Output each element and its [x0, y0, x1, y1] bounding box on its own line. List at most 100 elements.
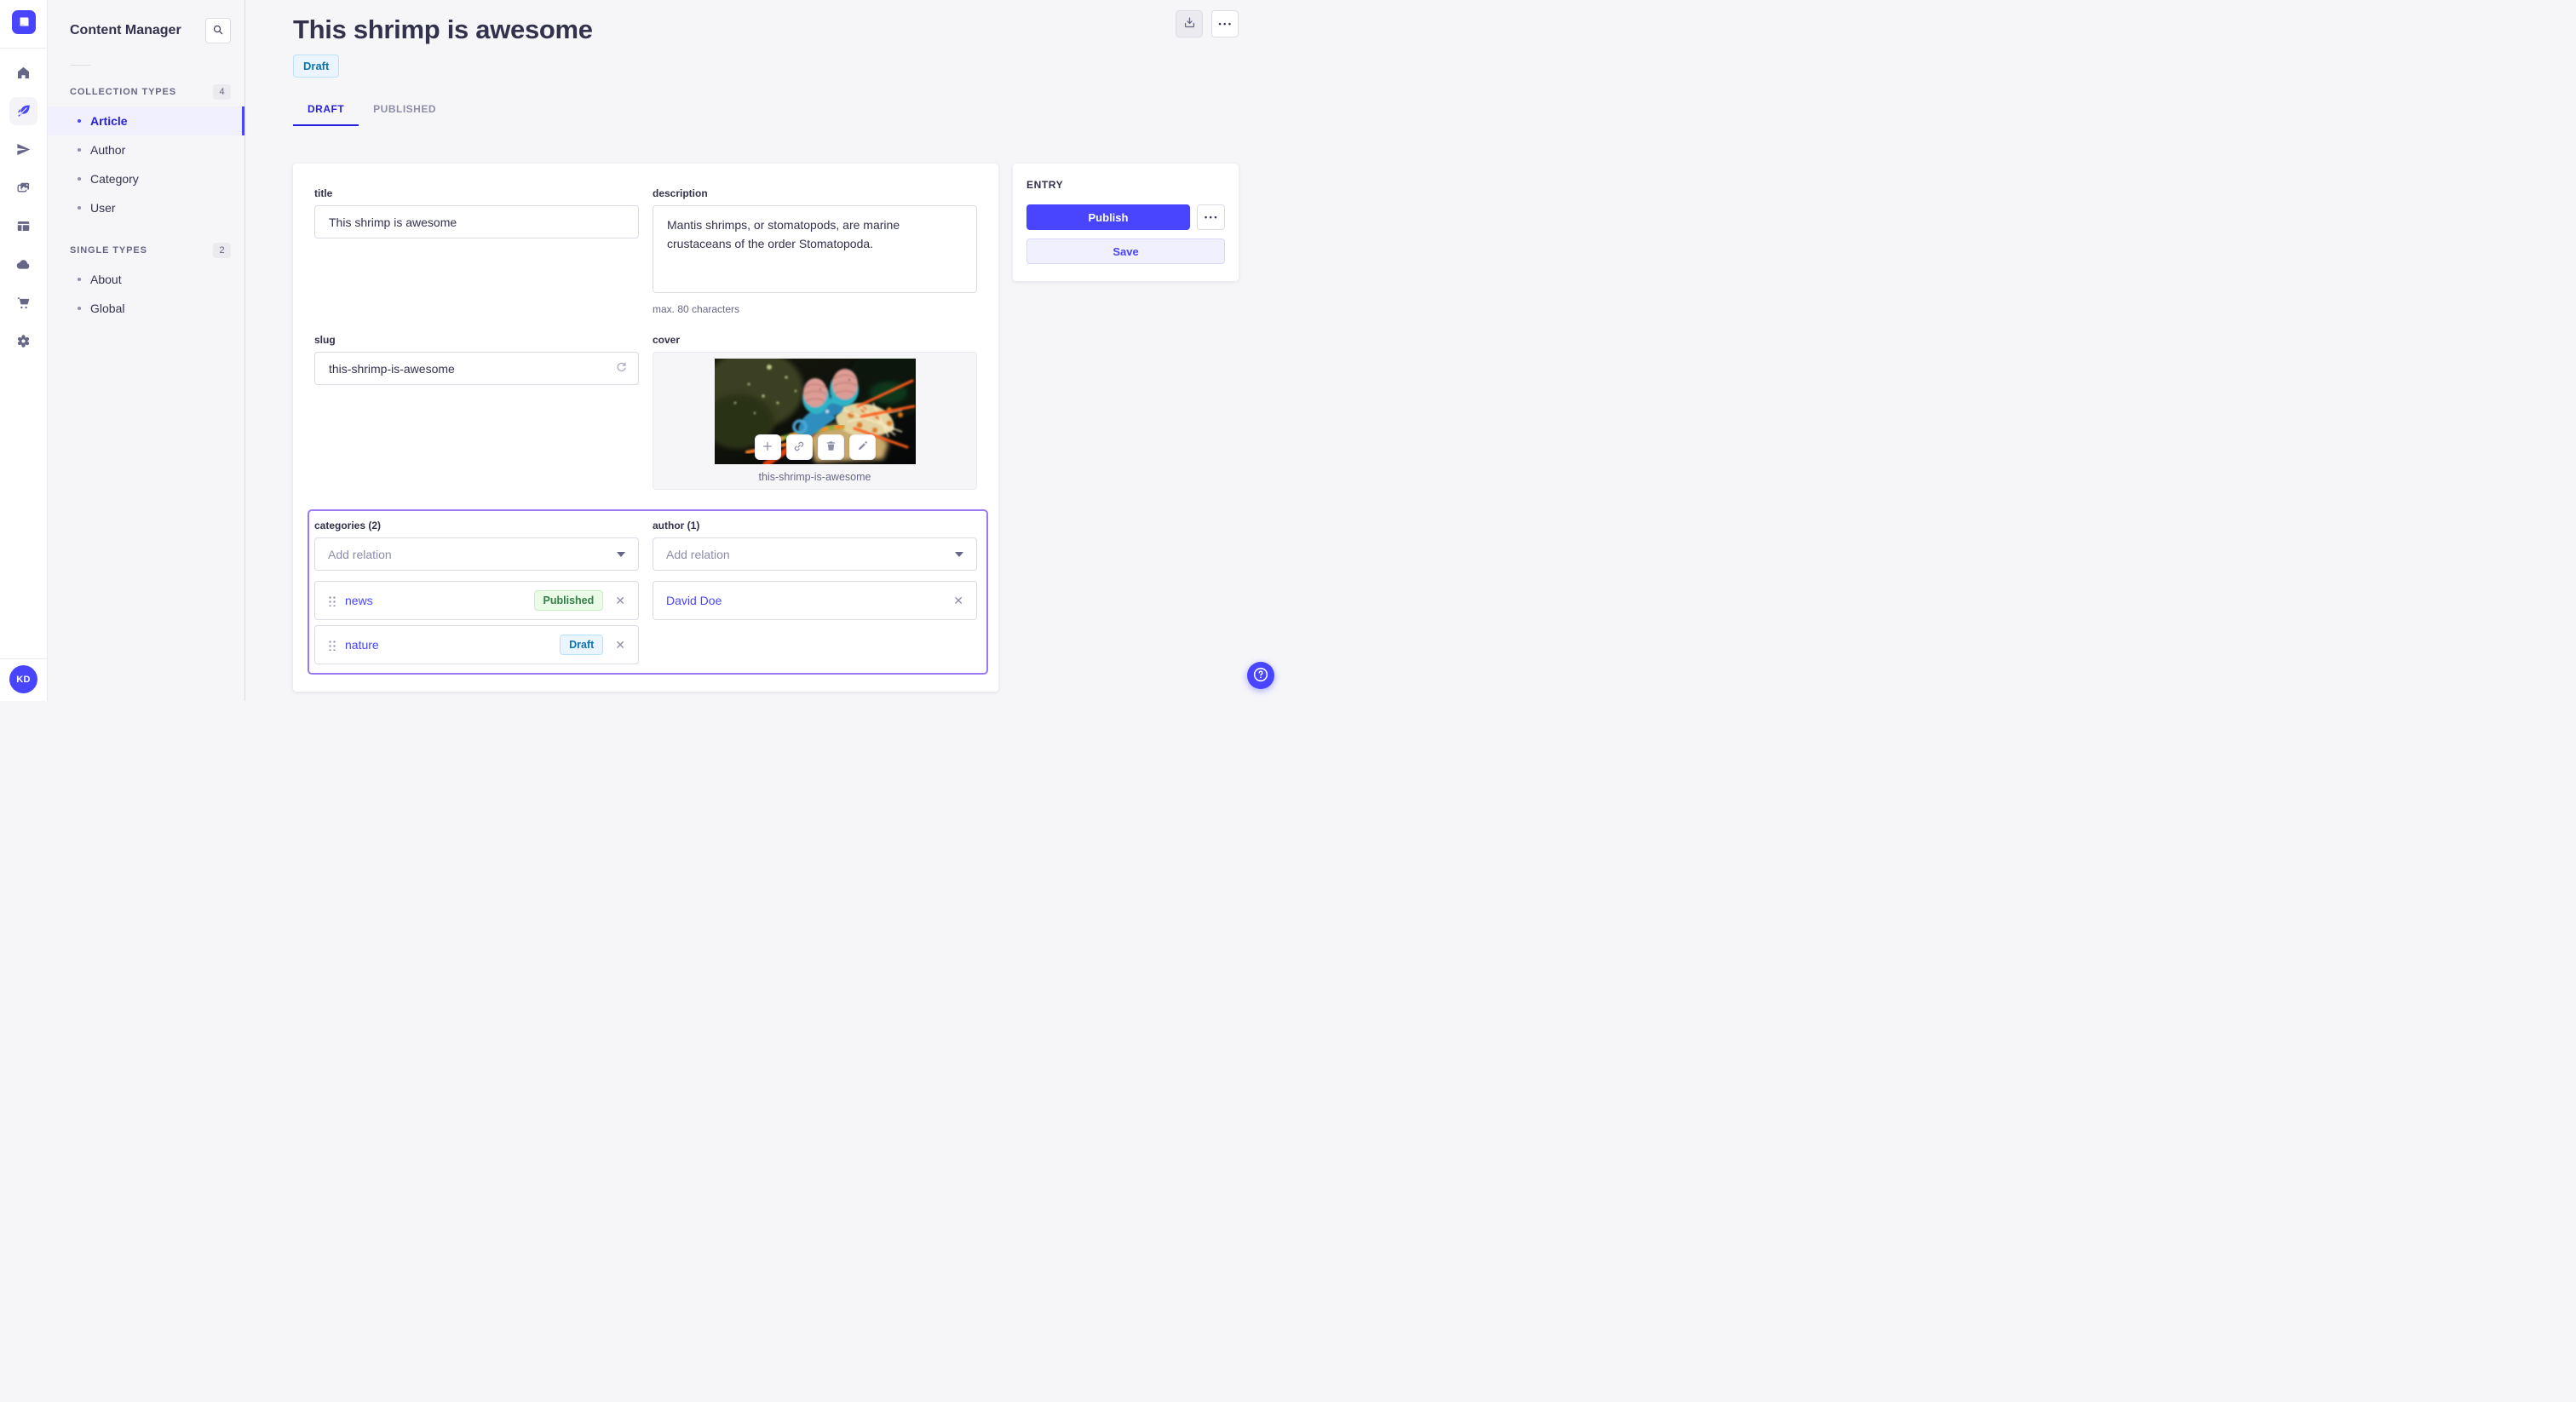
- drag-handle-icon[interactable]: [328, 639, 336, 651]
- field-title: title: [314, 187, 639, 315]
- download-icon: [1182, 15, 1197, 32]
- settings-gear-icon[interactable]: [9, 327, 37, 355]
- categories-relation-list: news Published ✕ nature Draft ✕: [314, 581, 639, 664]
- relation-link[interactable]: David Doe: [666, 594, 722, 607]
- app-window: KD Content Manager COLLECTION TYPES 4 Ar…: [0, 0, 1288, 701]
- sidebar-item-category[interactable]: Category: [48, 164, 244, 193]
- single-types-menu: About Global: [48, 265, 244, 323]
- description-textarea[interactable]: [653, 205, 977, 293]
- sidebar-item-user[interactable]: User: [48, 193, 244, 222]
- chevron-down-icon: [617, 551, 625, 557]
- page-title: This shrimp is awesome: [293, 14, 593, 44]
- remove-relation-button[interactable]: ✕: [615, 595, 625, 606]
- bullet-dot: [78, 119, 81, 123]
- ellipsis-icon: •••: [1218, 19, 1233, 28]
- description-hint: max. 80 characters: [653, 303, 740, 315]
- sidebar-item-label: About: [90, 273, 122, 286]
- relations-selection-box[interactable]: categories (2) Add relation news Publish…: [308, 509, 988, 675]
- bullet-dot: [78, 278, 81, 281]
- remove-relation-button[interactable]: ✕: [953, 595, 963, 606]
- content-manager-feather-icon[interactable]: [9, 97, 37, 125]
- entry-panel: ENTRY Publish ••• Save: [1013, 164, 1239, 281]
- home-icon[interactable]: [9, 59, 37, 87]
- field-cover: cover this-shrimp-is-awesome: [653, 334, 977, 490]
- relation-link[interactable]: nature: [345, 638, 379, 652]
- cover-copy-link-button[interactable]: [785, 434, 813, 460]
- header-more-button[interactable]: •••: [1211, 10, 1239, 37]
- slug-label: slug: [314, 334, 336, 346]
- collection-types-count: 4: [213, 84, 231, 100]
- nav-rail: KD: [0, 0, 48, 701]
- cover-delete-button[interactable]: [817, 434, 844, 460]
- header-actions: •••: [1176, 10, 1239, 37]
- sidebar-item-label: User: [90, 201, 116, 215]
- sidebar-divider: [70, 65, 90, 66]
- title-label: title: [314, 187, 333, 199]
- sidebar-item-global[interactable]: Global: [48, 294, 244, 323]
- collection-types-label: COLLECTION TYPES: [70, 87, 177, 97]
- sidebar-item-label: Article: [90, 114, 128, 128]
- single-types-count: 2: [213, 243, 231, 258]
- cover-actions: [754, 434, 876, 460]
- search-icon: [211, 23, 225, 39]
- author-placeholder: Add relation: [666, 547, 730, 561]
- description-label: description: [653, 187, 708, 199]
- paper-plane-icon[interactable]: [9, 135, 37, 164]
- drag-handle-icon[interactable]: [328, 595, 336, 606]
- tab-draft[interactable]: DRAFT: [293, 103, 359, 126]
- regenerate-slug-button[interactable]: [614, 360, 629, 377]
- export-button[interactable]: [1176, 10, 1203, 37]
- published-pill: Published: [533, 590, 604, 611]
- cover-add-button[interactable]: [754, 434, 781, 460]
- entry-more-button[interactable]: •••: [1197, 204, 1225, 230]
- sidebar-item-label: Author: [90, 143, 126, 157]
- content-type-builder-icon[interactable]: [9, 212, 37, 240]
- ellipsis-icon: •••: [1205, 212, 1219, 221]
- field-author: author (1) Add relation David Doe ✕: [653, 520, 977, 664]
- rail-bottom: KD: [0, 658, 47, 701]
- publish-button[interactable]: Publish: [1026, 204, 1190, 230]
- media-library-icon[interactable]: [9, 174, 37, 202]
- sidebar-item-label: Global: [90, 302, 125, 315]
- marketplace-cart-icon[interactable]: [9, 289, 37, 317]
- relation-item-nature: nature Draft ✕: [314, 625, 639, 664]
- sidebar-title: Content Manager: [70, 23, 181, 37]
- cover-image: [714, 359, 916, 464]
- chevron-down-icon: [955, 551, 963, 557]
- plus-icon: [761, 440, 774, 456]
- status-badge: Draft: [293, 55, 340, 78]
- collection-types-menu: Article Author Category User: [48, 106, 244, 222]
- user-avatar[interactable]: KD: [9, 665, 37, 693]
- help-button[interactable]: [1247, 662, 1274, 689]
- rail-menu: [9, 59, 37, 355]
- bullet-dot: [78, 206, 81, 210]
- sidebar-item-article[interactable]: Article: [48, 106, 244, 135]
- cover-label: cover: [653, 334, 681, 346]
- author-relation-list: David Doe ✕: [653, 581, 977, 620]
- relation-item-news: news Published ✕: [314, 581, 639, 620]
- field-slug: slug: [314, 334, 639, 490]
- sidebar-item-about[interactable]: About: [48, 265, 244, 294]
- search-button[interactable]: [205, 18, 231, 43]
- slug-input[interactable]: [314, 352, 639, 385]
- bullet-dot: [78, 177, 81, 181]
- relation-link[interactable]: news: [345, 594, 373, 607]
- cover-edit-button[interactable]: [848, 434, 876, 460]
- draft-pill: Draft: [560, 635, 604, 655]
- cloud-icon[interactable]: [9, 250, 37, 279]
- version-tabs: DRAFT PUBLISHED: [293, 103, 1288, 126]
- remove-relation-button[interactable]: ✕: [615, 639, 625, 651]
- tab-published[interactable]: PUBLISHED: [359, 103, 451, 126]
- link-icon: [792, 440, 806, 456]
- author-label: author (1): [653, 520, 700, 531]
- strapi-logo-wrap[interactable]: [0, 0, 47, 49]
- author-relation-select[interactable]: Add relation: [653, 537, 977, 571]
- single-types-label: SINGLE TYPES: [70, 245, 147, 256]
- content-manager-sidebar: Content Manager COLLECTION TYPES 4 Artic…: [48, 0, 245, 701]
- save-button[interactable]: Save: [1026, 238, 1225, 264]
- categories-relation-select[interactable]: Add relation: [314, 537, 639, 571]
- refresh-icon: [614, 360, 629, 377]
- bullet-dot: [78, 148, 81, 152]
- title-input[interactable]: [314, 205, 639, 238]
- sidebar-item-author[interactable]: Author: [48, 135, 244, 164]
